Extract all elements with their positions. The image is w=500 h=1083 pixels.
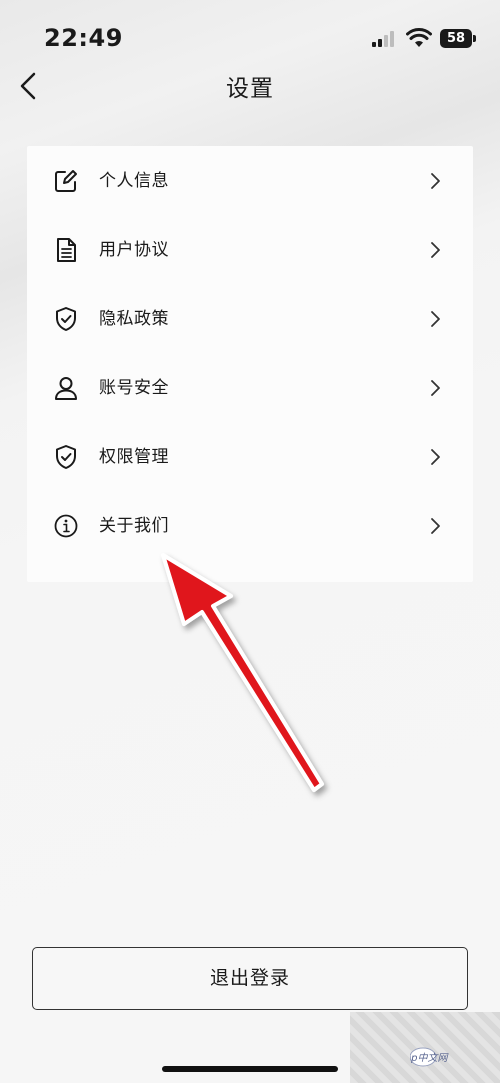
settings-item-label: 个人信息 bbox=[99, 171, 169, 191]
chevron-right-icon bbox=[431, 380, 440, 396]
cellular-signal-icon bbox=[372, 31, 394, 47]
info-icon bbox=[54, 514, 78, 538]
home-indicator bbox=[162, 1066, 338, 1072]
chevron-right-icon bbox=[431, 242, 440, 258]
settings-item-label: 用户协议 bbox=[99, 240, 169, 260]
settings-item-label: 隐私政策 bbox=[99, 309, 169, 329]
chevron-right-icon bbox=[431, 173, 440, 189]
document-icon bbox=[57, 238, 76, 262]
page-title: 设置 bbox=[226, 76, 274, 102]
wifi-icon bbox=[406, 28, 432, 47]
status-bar: 22:49 58 bbox=[0, 0, 500, 80]
settings-item-permission-management[interactable]: 权限管理 bbox=[27, 422, 473, 491]
chevron-right-icon bbox=[431, 311, 440, 327]
watermark-text: php中文网 bbox=[410, 1052, 450, 1064]
settings-item-personal-info[interactable]: 个人信息 bbox=[27, 146, 473, 215]
watermark-logo: php中文网 bbox=[410, 1047, 450, 1067]
shield-check-icon bbox=[56, 445, 76, 469]
settings-item-label: 关于我们 bbox=[99, 516, 169, 536]
chevron-right-icon bbox=[431, 518, 440, 534]
settings-item-account-security[interactable]: 账号安全 bbox=[27, 353, 473, 422]
settings-item-about-us[interactable]: 关于我们 bbox=[27, 491, 473, 560]
settings-item-user-agreement[interactable]: 用户协议 bbox=[27, 215, 473, 284]
shield-check-icon bbox=[56, 307, 76, 331]
status-time: 22:49 bbox=[44, 24, 123, 52]
user-icon bbox=[55, 377, 77, 400]
settings-card: 个人信息 用户协议 隐私政策 账号安全 权限管理 关于我们 bbox=[27, 146, 473, 582]
edit-icon bbox=[55, 170, 77, 192]
settings-item-label: 账号安全 bbox=[99, 378, 169, 398]
battery-icon: 58 bbox=[440, 29, 476, 48]
settings-item-privacy-policy[interactable]: 隐私政策 bbox=[27, 284, 473, 353]
chevron-right-icon bbox=[431, 449, 440, 465]
battery-tip bbox=[473, 35, 476, 42]
logout-button[interactable]: 退出登录 bbox=[32, 947, 468, 1010]
settings-item-label: 权限管理 bbox=[99, 447, 169, 467]
battery-level: 58 bbox=[440, 29, 472, 48]
